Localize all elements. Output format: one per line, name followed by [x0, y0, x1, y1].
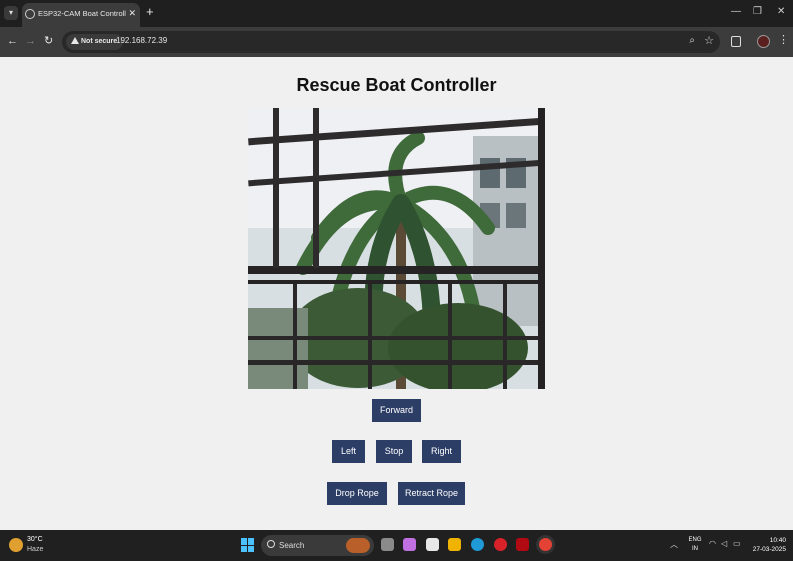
warning-icon — [71, 37, 79, 44]
search-label: Search — [279, 541, 305, 550]
browser-toolbar: ← → ↻ Not secure 192.168.72.39 ⌕ ☆ ⋮ — [0, 27, 793, 57]
tab-search-menu-icon[interactable]: ▾ — [4, 6, 18, 20]
search-icon — [267, 540, 275, 548]
reload-icon[interactable]: ↻ — [44, 35, 53, 47]
windows-start-icon[interactable] — [241, 538, 255, 552]
security-chip[interactable]: Not secure — [66, 34, 124, 50]
weather-condition[interactable]: Haze — [27, 546, 43, 553]
netflix-icon[interactable] — [516, 538, 529, 551]
right-button[interactable]: Right — [422, 440, 461, 463]
volume-icon[interactable]: ◁ — [721, 539, 727, 548]
edge-icon[interactable] — [471, 538, 484, 551]
camera-stream-image — [248, 108, 545, 389]
profile-avatar[interactable] — [757, 35, 770, 48]
language-code: ENG — [688, 537, 702, 543]
url-text[interactable]: 192.168.72.39 — [116, 36, 167, 45]
system-clock[interactable]: 10:40 27-03-2025 — [746, 536, 786, 554]
new-tab-icon[interactable]: + — [146, 5, 154, 19]
restore-icon[interactable]: ❐ — [753, 6, 762, 17]
weather-temperature[interactable]: 30°C — [27, 536, 43, 543]
taskbar-search[interactable]: Search — [261, 535, 374, 556]
language-indicator[interactable]: ENG IN — [688, 536, 702, 554]
search-highlight-icon — [346, 538, 370, 553]
zoom-icon[interactable]: ⌕ — [689, 35, 695, 46]
battery-icon[interactable]: ▭ — [733, 539, 741, 548]
store-icon[interactable] — [426, 538, 439, 551]
file-explorer-icon[interactable] — [448, 538, 461, 551]
close-tab-icon[interactable]: ✕ — [128, 8, 136, 19]
bookmark-star-icon[interactable]: ☆ — [704, 34, 714, 47]
more-menu-icon[interactable]: ⋮ — [778, 34, 789, 46]
copilot-icon[interactable] — [403, 538, 416, 551]
chrome-icon[interactable] — [539, 538, 552, 551]
page-title: Rescue Boat Controller — [296, 75, 497, 95]
wifi-icon[interactable]: ◠ — [709, 539, 716, 548]
back-icon[interactable]: ← — [7, 35, 18, 47]
extensions-icon[interactable] — [731, 36, 741, 47]
stop-button[interactable]: Stop — [376, 440, 412, 463]
minimize-icon[interactable]: — — [731, 6, 741, 17]
page-content: Rescue Boat Controller Forward Left Stop… — [0, 57, 793, 530]
globe-favicon-icon — [25, 9, 35, 19]
retract-rope-button[interactable]: Retract Rope — [398, 482, 465, 505]
opera-icon[interactable] — [494, 538, 507, 551]
taskbar: 30°C Haze Search ︿ ENG IN ◠ ◁ ▭ 10:40 27… — [0, 530, 793, 561]
close-window-icon[interactable]: ✕ — [777, 6, 785, 17]
clock-time: 10:40 — [769, 537, 786, 544]
region-code: IN — [692, 546, 698, 552]
forward-button[interactable]: Forward — [372, 399, 421, 422]
clock-date: 27-03-2025 — [752, 546, 786, 553]
weather-haze-icon[interactable] — [9, 538, 23, 552]
show-hidden-icons-chevron-icon[interactable]: ︿ — [670, 539, 678, 550]
browser-tab[interactable]: ESP32-CAM Boat Controller ✕ — [22, 3, 140, 27]
task-view-icon[interactable] — [381, 538, 394, 551]
forward-nav-icon[interactable]: → — [25, 35, 36, 47]
left-button[interactable]: Left — [332, 440, 365, 463]
security-label: Not secure — [81, 38, 118, 45]
address-bar[interactable]: Not secure 192.168.72.39 ⌕ ☆ — [62, 31, 720, 53]
camera-stream-picture — [248, 108, 545, 389]
tab-title: ESP32-CAM Boat Controller — [38, 9, 126, 18]
drop-rope-button[interactable]: Drop Rope — [327, 482, 387, 505]
browser-tab-strip: ▾ ESP32-CAM Boat Controller ✕ + — ❐ ✕ — [0, 0, 793, 27]
